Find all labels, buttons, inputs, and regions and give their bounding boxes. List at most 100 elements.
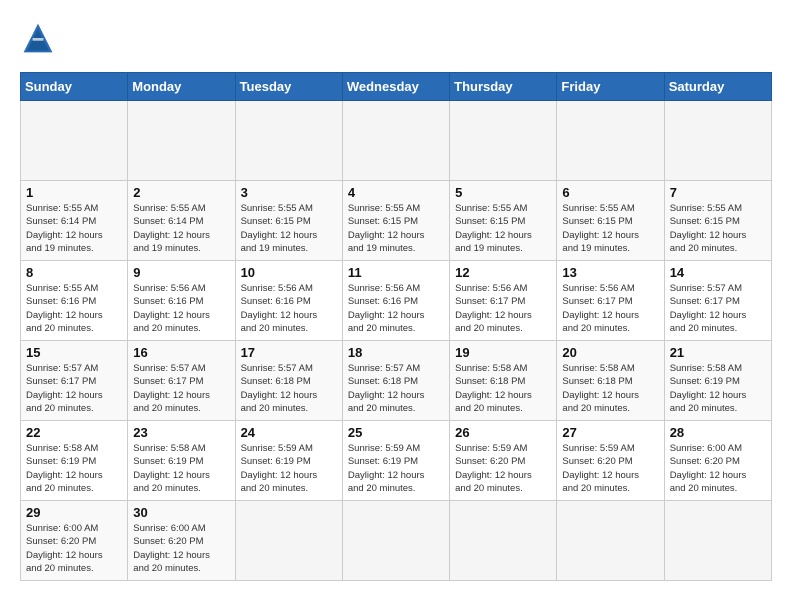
calendar-day-cell: 30 Sunrise: 6:00 AM Sunset: 6:20 PM Dayli… (128, 501, 235, 581)
calendar-week-row: 1 Sunrise: 5:55 AM Sunset: 6:14 PM Daylig… (21, 181, 772, 261)
day-info: Sunrise: 5:57 AM Sunset: 6:18 PM Dayligh… (348, 362, 444, 415)
calendar-day-cell: 24Sunrise: 5:59 AM Sunset: 6:19 PM Dayli… (235, 421, 342, 501)
calendar-week-row: 29 Sunrise: 6:00 AM Sunset: 6:20 PM Dayli… (21, 501, 772, 581)
day-number: 3 (241, 185, 337, 200)
calendar-day-cell: 28 Sunrise: 6:00 AM Sunset: 6:20 PM Dayli… (664, 421, 771, 501)
calendar-header-row: SundayMondayTuesdayWednesdayThursdayFrid… (21, 73, 772, 101)
calendar-day-cell: 1 Sunrise: 5:55 AM Sunset: 6:14 PM Daylig… (21, 181, 128, 261)
day-number: 16 (133, 345, 229, 360)
calendar-day-cell: 13 Sunrise: 5:56 AM Sunset: 6:17 PM Dayli… (557, 261, 664, 341)
day-info: Sunrise: 5:59 AM Sunset: 6:19 PM Dayligh… (348, 442, 444, 495)
calendar-day-cell: 3 Sunrise: 5:55 AM Sunset: 6:15 PM Daylig… (235, 181, 342, 261)
calendar-day-cell (557, 501, 664, 581)
day-number: 18 (348, 345, 444, 360)
page-header (20, 20, 772, 56)
day-info: Sunrise: 5:56 AM Sunset: 6:16 PM Dayligh… (348, 282, 444, 335)
day-info: Sunrise: 6:00 AM Sunset: 6:20 PM Dayligh… (133, 522, 229, 575)
day-info: Sunrise: 5:57 AM Sunset: 6:18 PM Dayligh… (241, 362, 337, 415)
calendar-day-cell: 6Sunrise: 5:55 AM Sunset: 6:15 PM Daylig… (557, 181, 664, 261)
calendar-day-cell (21, 101, 128, 181)
day-of-week-header: Thursday (450, 73, 557, 101)
day-number: 14 (670, 265, 766, 280)
calendar-week-row: 8Sunrise: 5:55 AM Sunset: 6:16 PM Daylig… (21, 261, 772, 341)
day-number: 12 (455, 265, 551, 280)
calendar-day-cell (342, 101, 449, 181)
calendar-day-cell: 12 Sunrise: 5:56 AM Sunset: 6:17 PM Dayli… (450, 261, 557, 341)
day-info: Sunrise: 5:55 AM Sunset: 6:15 PM Dayligh… (455, 202, 551, 255)
calendar-day-cell: 26 Sunrise: 5:59 AM Sunset: 6:20 PM Dayli… (450, 421, 557, 501)
day-of-week-header: Sunday (21, 73, 128, 101)
calendar-day-cell (450, 101, 557, 181)
calendar-week-row: 15Sunrise: 5:57 AM Sunset: 6:17 PM Dayli… (21, 341, 772, 421)
day-info: Sunrise: 5:55 AM Sunset: 6:15 PM Dayligh… (241, 202, 337, 255)
day-number: 21 (670, 345, 766, 360)
day-number: 30 (133, 505, 229, 520)
logo-icon (20, 20, 56, 56)
calendar-day-cell: 27Sunrise: 5:59 AM Sunset: 6:20 PM Dayli… (557, 421, 664, 501)
day-number: 2 (133, 185, 229, 200)
day-info: Sunrise: 5:55 AM Sunset: 6:15 PM Dayligh… (348, 202, 444, 255)
calendar-day-cell (664, 501, 771, 581)
day-number: 28 (670, 425, 766, 440)
calendar-day-cell (664, 101, 771, 181)
day-info: Sunrise: 6:00 AM Sunset: 6:20 PM Dayligh… (670, 442, 766, 495)
calendar-day-cell: 25 Sunrise: 5:59 AM Sunset: 6:19 PM Dayli… (342, 421, 449, 501)
day-info: Sunrise: 5:56 AM Sunset: 6:17 PM Dayligh… (562, 282, 658, 335)
calendar-week-row (21, 101, 772, 181)
day-number: 27 (562, 425, 658, 440)
day-info: Sunrise: 5:55 AM Sunset: 6:15 PM Dayligh… (670, 202, 766, 255)
day-info: Sunrise: 5:56 AM Sunset: 6:16 PM Dayligh… (133, 282, 229, 335)
calendar-day-cell: 21 Sunrise: 5:58 AM Sunset: 6:19 PM Dayli… (664, 341, 771, 421)
calendar-day-cell: 14Sunrise: 5:57 AM Sunset: 6:17 PM Dayli… (664, 261, 771, 341)
calendar-day-cell: 18 Sunrise: 5:57 AM Sunset: 6:18 PM Dayli… (342, 341, 449, 421)
day-number: 5 (455, 185, 551, 200)
calendar-day-cell: 2 Sunrise: 5:55 AM Sunset: 6:14 PM Daylig… (128, 181, 235, 261)
day-of-week-header: Monday (128, 73, 235, 101)
day-info: Sunrise: 5:55 AM Sunset: 6:14 PM Dayligh… (133, 202, 229, 255)
day-number: 11 (348, 265, 444, 280)
day-info: Sunrise: 5:59 AM Sunset: 6:20 PM Dayligh… (455, 442, 551, 495)
calendar-day-cell (557, 101, 664, 181)
calendar-day-cell: 17 Sunrise: 5:57 AM Sunset: 6:18 PM Dayli… (235, 341, 342, 421)
day-number: 4 (348, 185, 444, 200)
calendar-day-cell: 10 Sunrise: 5:56 AM Sunset: 6:16 PM Dayli… (235, 261, 342, 341)
day-number: 26 (455, 425, 551, 440)
day-number: 1 (26, 185, 122, 200)
calendar-day-cell: 5 Sunrise: 5:55 AM Sunset: 6:15 PM Daylig… (450, 181, 557, 261)
day-of-week-header: Wednesday (342, 73, 449, 101)
day-number: 23 (133, 425, 229, 440)
calendar-day-cell: 11 Sunrise: 5:56 AM Sunset: 6:16 PM Dayli… (342, 261, 449, 341)
day-number: 10 (241, 265, 337, 280)
day-number: 6 (562, 185, 658, 200)
day-number: 15 (26, 345, 122, 360)
day-number: 8 (26, 265, 122, 280)
calendar-day-cell (450, 501, 557, 581)
calendar-day-cell (342, 501, 449, 581)
day-of-week-header: Saturday (664, 73, 771, 101)
calendar-day-cell: 20 Sunrise: 5:58 AM Sunset: 6:18 PM Dayli… (557, 341, 664, 421)
day-number: 17 (241, 345, 337, 360)
calendar-day-cell: 4 Sunrise: 5:55 AM Sunset: 6:15 PM Daylig… (342, 181, 449, 261)
day-info: Sunrise: 5:58 AM Sunset: 6:19 PM Dayligh… (670, 362, 766, 415)
calendar-day-cell: 15Sunrise: 5:57 AM Sunset: 6:17 PM Dayli… (21, 341, 128, 421)
day-number: 13 (562, 265, 658, 280)
day-info: Sunrise: 6:00 AM Sunset: 6:20 PM Dayligh… (26, 522, 122, 575)
calendar-day-cell (128, 101, 235, 181)
day-info: Sunrise: 5:56 AM Sunset: 6:16 PM Dayligh… (241, 282, 337, 335)
day-info: Sunrise: 5:58 AM Sunset: 6:18 PM Dayligh… (455, 362, 551, 415)
day-number: 29 (26, 505, 122, 520)
day-number: 9 (133, 265, 229, 280)
day-info: Sunrise: 5:58 AM Sunset: 6:19 PM Dayligh… (26, 442, 122, 495)
day-info: Sunrise: 5:56 AM Sunset: 6:17 PM Dayligh… (455, 282, 551, 335)
calendar-day-cell: 16Sunrise: 5:57 AM Sunset: 6:17 PM Dayli… (128, 341, 235, 421)
day-of-week-header: Tuesday (235, 73, 342, 101)
day-info: Sunrise: 5:58 AM Sunset: 6:18 PM Dayligh… (562, 362, 658, 415)
day-info: Sunrise: 5:55 AM Sunset: 6:14 PM Dayligh… (26, 202, 122, 255)
calendar-week-row: 22Sunrise: 5:58 AM Sunset: 6:19 PM Dayli… (21, 421, 772, 501)
day-number: 24 (241, 425, 337, 440)
day-number: 20 (562, 345, 658, 360)
day-of-week-header: Friday (557, 73, 664, 101)
day-number: 7 (670, 185, 766, 200)
logo (20, 20, 62, 56)
day-number: 25 (348, 425, 444, 440)
